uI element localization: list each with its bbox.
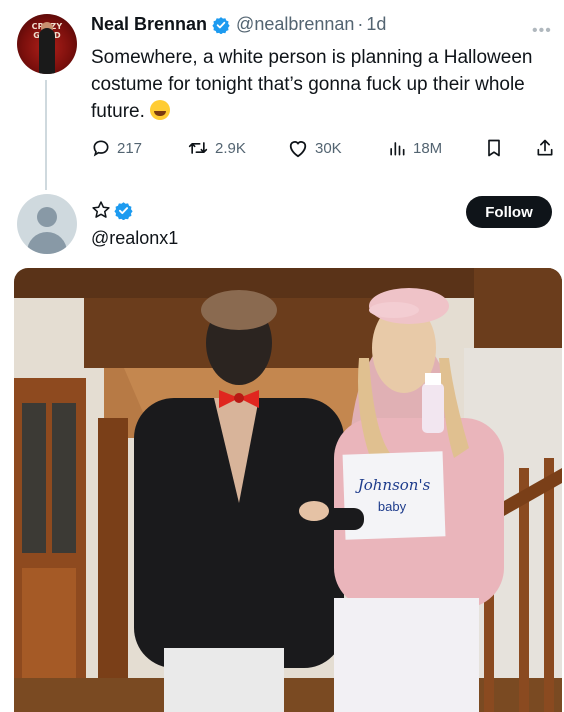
photo-scene: Johnson's baby <box>14 268 562 712</box>
author-avatar[interactable]: CRAZY GOOD <box>17 14 77 74</box>
reply-button[interactable]: 217 <box>91 135 142 161</box>
views-count: 18M <box>413 139 443 157</box>
tweet-header: Neal Brennan @nealbrennan · 1d <box>91 14 386 35</box>
thread-line <box>45 80 47 190</box>
timestamp[interactable]: 1d <box>366 14 386 35</box>
face-with-tears-of-joy-icon <box>150 100 171 120</box>
repost-icon <box>188 142 208 154</box>
sign-brand-text: Johnson's <box>355 476 431 494</box>
views-icon <box>390 142 405 156</box>
repost-button[interactable]: 2.9K <box>187 135 246 161</box>
like-button[interactable]: 30K <box>287 135 342 161</box>
handle[interactable]: @nealbrennan <box>236 14 354 35</box>
avatar-person-body <box>39 28 55 74</box>
default-avatar[interactable] <box>17 194 77 254</box>
bookmark-button[interactable] <box>484 135 510 161</box>
views-button[interactable]: 18M <box>387 135 442 161</box>
repost-count: 2.9K <box>215 139 246 157</box>
verified-badge-icon <box>114 201 133 220</box>
share-button[interactable] <box>535 135 561 161</box>
verified-badge-icon <box>212 16 230 34</box>
reply-icon <box>93 140 109 157</box>
sign-sub-text: baby <box>378 499 407 514</box>
reply-count: 217 <box>117 139 143 157</box>
separator: · <box>357 14 364 34</box>
action-bar: 217 2.9K 30K 18M <box>91 135 555 161</box>
share-icon <box>537 139 553 156</box>
bookmark-icon <box>488 139 500 157</box>
embedded-header <box>91 200 133 220</box>
embedded-handle[interactable]: @realonx1 <box>91 228 178 249</box>
display-name[interactable]: Neal Brennan <box>91 14 207 35</box>
avatar-head-shape <box>37 207 57 227</box>
avatar-body-shape <box>27 232 67 254</box>
star-outline-icon <box>92 201 110 218</box>
like-count: 30K <box>315 139 342 157</box>
more-horizontal-icon[interactable]: ••• <box>532 22 552 40</box>
tweet-text: Somewhere, a white person is planning a … <box>91 44 556 125</box>
follow-button[interactable]: Follow <box>466 196 552 228</box>
heart-icon <box>289 141 307 158</box>
post-photo[interactable]: Johnson's baby <box>14 268 562 712</box>
